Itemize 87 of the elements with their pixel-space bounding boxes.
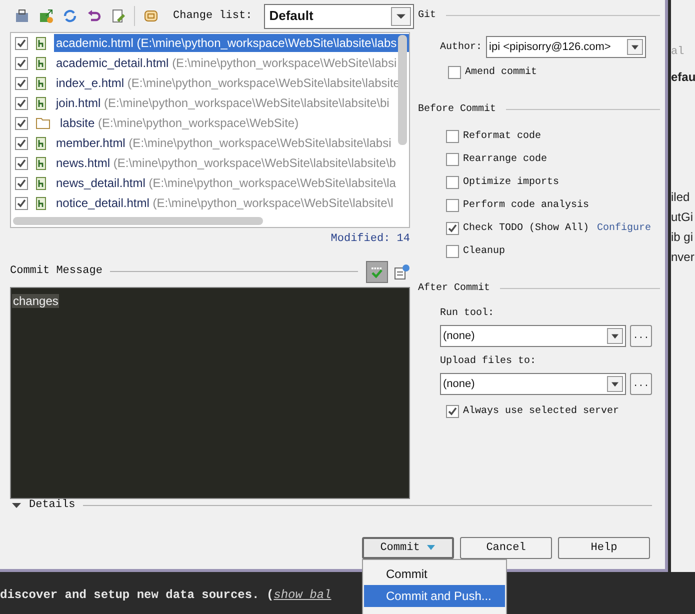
dialog-button[interactable]: Cancel xyxy=(460,537,552,559)
menu-item[interactable]: Commit xyxy=(364,563,505,585)
option-label: Reformat code xyxy=(463,130,542,144)
run-tool-dropdown[interactable]: (none) xyxy=(440,325,626,347)
commit-message-text: changes xyxy=(12,294,60,308)
amend-commit-label: Amend commit xyxy=(465,66,538,80)
checkbox[interactable] xyxy=(446,130,459,142)
checkbox[interactable] xyxy=(15,36,28,50)
change-list-dropdown[interactable]: Default xyxy=(264,4,414,28)
html-file-icon xyxy=(36,56,46,70)
commit-button[interactable]: Commit xyxy=(362,537,454,559)
commit-message-label: Commit Message xyxy=(10,264,102,280)
file-list-item[interactable]: notice_detail.html (E:\mine\python_workspace\WebSite\labsite\l xyxy=(54,194,409,212)
file-list-item[interactable]: news_detail.html (E:\mine\python_workspace\WebSite\labsite\la xyxy=(54,174,409,192)
move-icon[interactable] xyxy=(38,8,54,24)
dropdown-arrow-icon xyxy=(426,544,436,552)
author-label: Author: xyxy=(440,40,482,54)
configure-link[interactable]: Configure xyxy=(597,220,652,236)
checkbox[interactable] xyxy=(446,405,459,418)
checkbox[interactable] xyxy=(446,244,459,258)
changelist-icon[interactable] xyxy=(143,8,159,24)
refresh-icon[interactable] xyxy=(62,8,78,24)
html-file-icon xyxy=(36,36,46,50)
vertical-scrollbar[interactable] xyxy=(398,35,407,145)
html-file-icon xyxy=(36,156,46,170)
checkbox[interactable] xyxy=(15,176,28,190)
history-icon[interactable] xyxy=(394,264,410,280)
file-list-item[interactable]: member.html (E:\mine\python_workspace\WebSite\labsite\labsi xyxy=(54,134,409,152)
collapse-triangle-icon[interactable] xyxy=(12,500,21,510)
browse-button[interactable]: ... xyxy=(630,325,652,347)
checkbox[interactable] xyxy=(446,176,459,188)
git-section-title: Git xyxy=(418,8,436,23)
edit-icon[interactable] xyxy=(110,8,126,24)
checkbox[interactable] xyxy=(446,152,459,166)
html-file-icon xyxy=(36,76,46,90)
option-label: Rearrange code xyxy=(463,152,548,166)
checkbox[interactable] xyxy=(446,222,459,234)
browse-button[interactable]: ... xyxy=(630,373,652,395)
checkbox[interactable] xyxy=(15,76,28,90)
html-file-icon xyxy=(36,96,46,110)
checkbox[interactable] xyxy=(15,156,28,170)
checkbox[interactable] xyxy=(15,56,28,70)
html-file-icon xyxy=(36,136,46,150)
option-label: Optimize imports xyxy=(463,176,560,190)
change-list-label: Change list: xyxy=(173,8,252,24)
spellcheck-icon[interactable] xyxy=(366,260,388,282)
undo-icon[interactable] xyxy=(86,8,102,24)
background-text: utGi xyxy=(671,209,694,226)
checkbox[interactable] xyxy=(448,66,461,79)
checkbox[interactable] xyxy=(15,116,28,130)
upload-files-label: Upload files to: xyxy=(440,354,538,369)
option-label: Cleanup xyxy=(463,244,506,258)
console-text: discover and setup new data sources. ( xyxy=(0,587,274,604)
html-file-icon xyxy=(36,196,46,210)
details-label[interactable]: Details xyxy=(29,497,76,514)
menu-item[interactable]: Commit and Push... xyxy=(364,585,505,607)
checkbox[interactable] xyxy=(15,196,28,210)
checkbox[interactable] xyxy=(15,96,28,110)
folder-icon xyxy=(36,117,50,129)
background-text: al xyxy=(671,45,684,60)
file-list-item[interactable]: academic.html (E:\mine\python_workspace\WebSite\labsite\labs xyxy=(54,34,409,52)
checkbox[interactable] xyxy=(446,198,459,212)
file-list-item[interactable]: index_e.html (E:\mine\python_workspace\WebSite\labsite\labsite xyxy=(54,74,409,92)
background-text: ib gi xyxy=(671,229,694,246)
diff-icon[interactable] xyxy=(14,8,30,24)
horizontal-scrollbar[interactable] xyxy=(13,217,263,225)
file-list-item[interactable]: labsite (E:\mine\python_workspace\WebSite) xyxy=(58,114,409,132)
html-file-icon xyxy=(36,176,46,190)
option-label: Check TODO (Show All) xyxy=(463,222,590,236)
background-text: efau xyxy=(671,69,695,86)
after-commit-title: After Commit xyxy=(418,282,490,296)
file-list-item[interactable]: academic_detail.html (E:\mine\python_workspace\WebSite\labsi xyxy=(54,54,409,72)
option-label: Perform code analysis xyxy=(463,198,590,212)
always-use-server-label: Always use selected server xyxy=(463,404,620,419)
run-tool-label: Run tool: xyxy=(440,306,496,321)
before-commit-title: Before Commit xyxy=(418,102,496,117)
checkbox[interactable] xyxy=(15,136,28,150)
upload-dropdown[interactable]: (none) xyxy=(440,373,626,395)
console-link[interactable]: show bal xyxy=(274,586,332,604)
commit-message-field[interactable]: changes xyxy=(10,286,410,498)
author-dropdown[interactable]: ipi <pipisorry@126.com> xyxy=(486,36,646,58)
modified-count: Modified: 14 xyxy=(330,232,410,247)
file-list-item[interactable]: news.html (E:\mine\python_workspace\WebSite\labsite\labsite\b xyxy=(54,154,409,172)
file-list-item[interactable]: join.html (E:\mine\python_workspace\WebSite\labsite\labsite\bi xyxy=(54,94,409,112)
background-text: nver xyxy=(671,249,694,266)
background-text: iled xyxy=(671,189,690,206)
dialog-button[interactable]: Help xyxy=(558,537,650,559)
